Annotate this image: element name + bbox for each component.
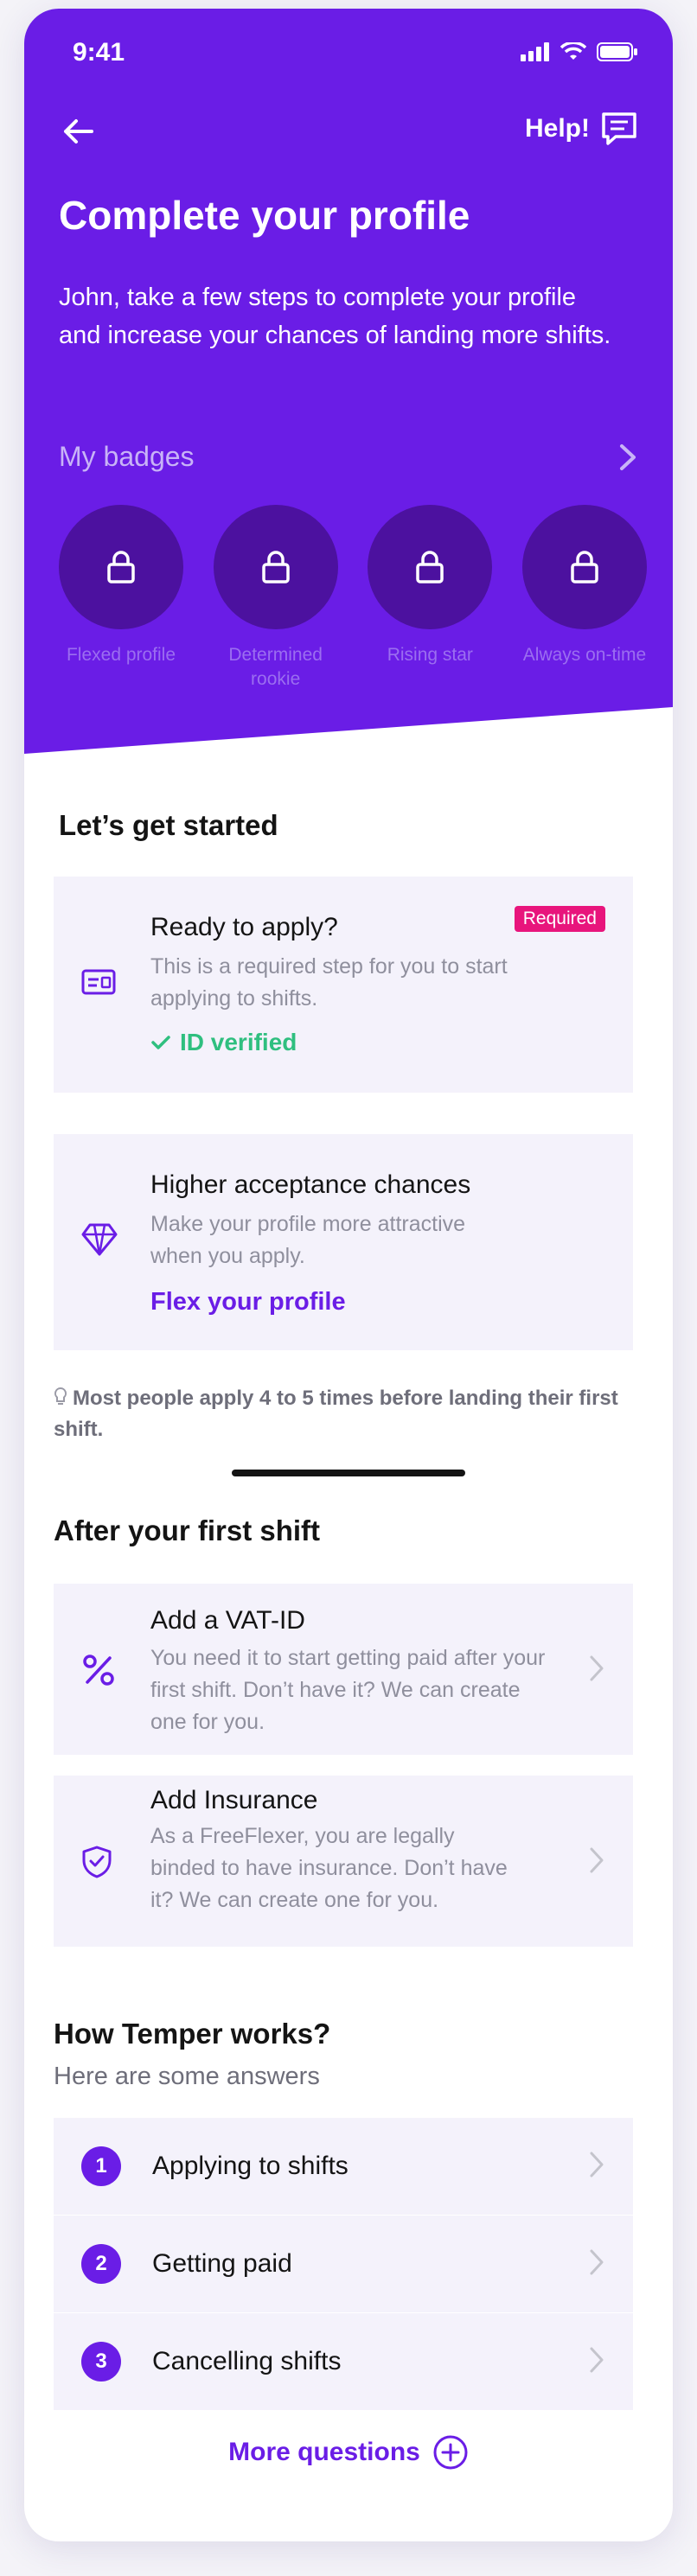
status-icons xyxy=(521,41,638,62)
card-title: Add Insurance xyxy=(150,1786,318,1814)
wifi-icon xyxy=(560,42,586,60)
shield-check-icon xyxy=(82,1846,112,1878)
badge-circle xyxy=(521,505,647,629)
acceptance-chances-card[interactable]: Higher acceptance chances Make your prof… xyxy=(54,1134,633,1350)
badge-always-on-time[interactable]: Always on-time xyxy=(521,505,647,692)
card-description: This is a required step for you to start… xyxy=(150,954,508,1011)
ready-to-apply-card[interactable]: Ready to apply? Required This is a requi… xyxy=(54,877,633,1093)
step-number-badge: 3 xyxy=(81,2342,121,2382)
badge-label: Determined rookie xyxy=(228,645,323,689)
help-label: Help! xyxy=(525,114,590,143)
battery-icon xyxy=(597,42,637,61)
chevron-right-icon xyxy=(590,1655,604,1681)
faq-item-cancelling[interactable]: 3 Cancelling shifts xyxy=(54,2313,633,2411)
section-title-get-started: Let’s get started xyxy=(59,809,278,841)
check-icon xyxy=(151,1036,170,1049)
badge-flexed-profile[interactable]: Flexed profile xyxy=(59,505,183,692)
card-description: As a FreeFlexer, you are legally binded … xyxy=(150,1824,508,1912)
faq-label: Cancelling shifts xyxy=(152,2347,342,2375)
app-screen: 9:41 Help! Complete your profile John, t… xyxy=(24,9,673,2541)
page-title: Complete your profile xyxy=(59,193,470,238)
badge-circle xyxy=(59,505,183,629)
id-card-icon xyxy=(81,969,116,995)
card-description: Make your profile more attractive when y… xyxy=(150,1212,466,1268)
my-badges-link[interactable]: My badges xyxy=(59,441,638,473)
badge-label: Always on-time xyxy=(522,645,647,665)
lightbulb-icon xyxy=(54,1387,67,1405)
status-time: 9:41 xyxy=(73,38,125,67)
badge-list: Flexed profile Determined rookie Rising … xyxy=(59,505,647,692)
plus-circle-icon xyxy=(433,2435,468,2470)
chevron-right-icon xyxy=(590,1847,604,1873)
chevron-right-icon xyxy=(590,2347,604,2373)
faq-label: Applying to shifts xyxy=(152,2152,348,2180)
card-title: Ready to apply? xyxy=(150,913,338,941)
tip-label: Most people apply 4 to 5 times before la… xyxy=(54,1387,618,1441)
chevron-right-icon xyxy=(620,443,636,470)
vat-id-card[interactable]: Add a VAT-ID You need it to start gettin… xyxy=(54,1584,633,1755)
badge-determined-rookie[interactable]: Determined rookie xyxy=(213,505,338,692)
faq-subtitle: Here are some answers xyxy=(54,2063,320,2090)
badge-circle xyxy=(368,505,493,629)
verified-label: ID verified xyxy=(180,1029,297,1055)
badge-rising-star[interactable]: Rising star xyxy=(368,505,493,692)
chevron-right-icon xyxy=(590,2249,604,2275)
insurance-card[interactable]: Add Insurance As a FreeFlexer, you are l… xyxy=(54,1776,633,1947)
badge-label: Rising star xyxy=(387,645,473,665)
faq-item-applying[interactable]: 1 Applying to shifts xyxy=(54,2118,633,2216)
required-badge: Required xyxy=(514,906,605,932)
help-button[interactable]: Help! xyxy=(525,111,638,147)
faq-list: 1 Applying to shifts 2 Getting paid 3 Ca… xyxy=(54,2118,633,2411)
signal-icon xyxy=(521,42,549,61)
card-description: You need it to start getting paid after … xyxy=(150,1646,546,1734)
card-title: Add a VAT-ID xyxy=(150,1606,305,1635)
diamond-icon xyxy=(81,1223,118,1256)
badge-label: Flexed profile xyxy=(66,645,176,665)
tip-text: Most people apply 4 to 5 times before la… xyxy=(54,1383,642,1445)
id-verified-status: ID verified xyxy=(150,1029,297,1056)
more-questions-label: More questions xyxy=(228,2438,420,2466)
faq-item-getting-paid[interactable]: 2 Getting paid xyxy=(54,2216,633,2313)
flex-profile-link[interactable]: Flex your profile xyxy=(150,1288,346,1317)
chevron-right-icon xyxy=(590,2152,604,2177)
section-title-faq: How Temper works? xyxy=(54,2018,331,2050)
lock-icon xyxy=(261,551,290,583)
back-button[interactable] xyxy=(59,112,97,150)
more-questions-button[interactable]: More questions xyxy=(24,2434,673,2471)
arrow-left-icon xyxy=(64,119,93,143)
step-number-badge: 2 xyxy=(81,2244,121,2284)
page-subtitle: John, take a few steps to complete your … xyxy=(59,284,611,349)
faq-label: Getting paid xyxy=(152,2249,292,2278)
my-badges-title: My badges xyxy=(59,441,195,472)
lock-icon xyxy=(107,551,135,583)
lock-icon xyxy=(571,551,598,583)
home-indicator xyxy=(232,1470,465,1476)
section-title-after-first-shift: After your first shift xyxy=(54,1514,321,1546)
card-title: Higher acceptance chances xyxy=(150,1170,471,1199)
badge-circle xyxy=(213,505,338,629)
step-number-badge: 1 xyxy=(81,2146,121,2186)
chat-icon xyxy=(602,112,636,145)
lock-icon xyxy=(416,551,444,583)
percent-icon xyxy=(83,1655,114,1686)
